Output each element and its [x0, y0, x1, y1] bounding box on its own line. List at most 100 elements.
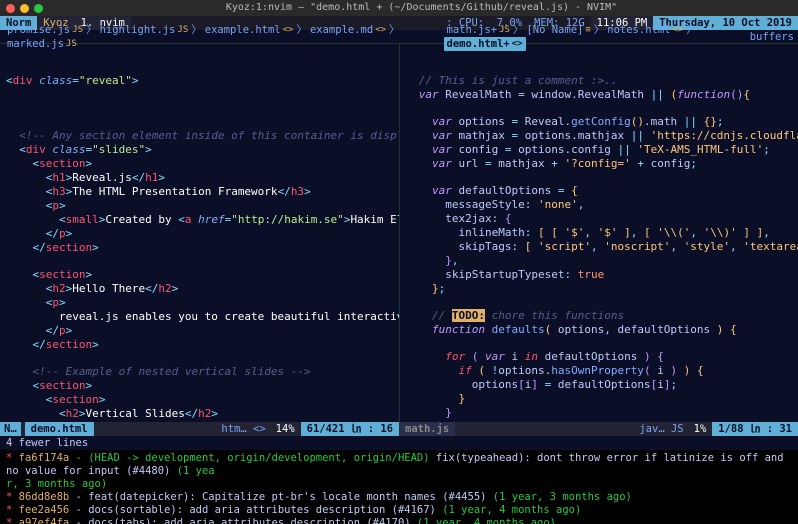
code-line: [406, 102, 793, 115]
percent: 14%: [270, 422, 301, 436]
code-line: <h3>The HTML Presentation Framework</h3>: [6, 185, 393, 199]
code-line: </p>: [6, 227, 393, 241]
code-line: </p>: [6, 324, 393, 338]
filetype-icon: JS: [177, 23, 188, 37]
code-line: var url = mathjax + '?config=' + config;: [406, 157, 793, 171]
filetype-icon: JS: [72, 23, 83, 37]
maximize-icon[interactable]: [34, 4, 43, 13]
code-line: },: [406, 254, 793, 268]
code-line: skipStartupTypeset: true: [406, 268, 793, 282]
tab-label: notes.html: [607, 23, 670, 37]
code-line: if ( !options.hasOwnProperty( i ) ) {: [406, 364, 793, 378]
code-line: <div class="slides">: [6, 143, 393, 157]
code-line: <!-- Example of nested vertical slides -…: [6, 365, 393, 379]
filetype-icon: <>: [283, 23, 294, 37]
filetype: htm… <>: [217, 422, 269, 436]
code-line: <h2>Vertical Slides</h2>: [6, 407, 393, 421]
filetype-icon: <>: [375, 23, 386, 37]
code-line: <section>: [6, 157, 393, 171]
code-line: [6, 255, 393, 268]
code-line: [6, 352, 393, 365]
code-line: var RevealMath = window.RevealMath || (f…: [406, 88, 793, 102]
tab-label: math.js+: [447, 23, 498, 37]
left-pane-status: N… demo.html htm… <> 14% 61/421 ㏑ : 16: [0, 422, 399, 436]
code-line: </section>: [6, 338, 393, 352]
buffer-tab[interactable]: promise.js JS: [4, 23, 86, 37]
code-line: <!-- Any section element inside of this …: [6, 129, 393, 143]
buffer-tab[interactable]: example.html <>: [202, 23, 297, 37]
code-line: skipTags: [ 'script', 'noscript', 'style…: [406, 240, 793, 254]
mode-corner: N…: [0, 422, 21, 436]
code-line: for ( var i in defaultOptions ) {: [406, 350, 793, 364]
minimize-icon[interactable]: [20, 4, 29, 13]
buffer-tab[interactable]: math.js+ JS: [444, 23, 513, 37]
code-line: [406, 337, 793, 350]
tab-label: example.md: [310, 23, 373, 37]
git-log-entry[interactable]: * fee2a456 - docs(sortable): add aria at…: [6, 504, 792, 517]
code-line: <p>: [6, 199, 393, 213]
code-line: <section>: [6, 379, 393, 393]
buffer-tab[interactable]: highlight.js JS: [97, 23, 192, 37]
code-line: }: [406, 420, 793, 422]
code-line: [406, 171, 793, 184]
left-pane[interactable]: <div class="reveal"> <!-- Any section el…: [0, 44, 400, 422]
code-line: <section>: [6, 393, 393, 407]
close-icon[interactable]: [6, 4, 15, 13]
code-line: // TODO: chore this functions: [406, 309, 793, 323]
right-pane[interactable]: // This is just a comment :>.. var Revea…: [400, 44, 798, 422]
filename: demo.html: [25, 422, 94, 436]
tab-separator-icon: 〉: [296, 24, 307, 36]
cursor-pos: 1/88 ㏑ : 31: [712, 422, 798, 436]
code-line: <small>Created by <a href="http://hakim.…: [6, 213, 393, 227]
filename: math.js: [399, 422, 455, 436]
buffer-tab[interactable]: example.md <>: [307, 23, 389, 37]
window-titlebar: Kyoz:1:nvim — "demo.html + (~/Documents/…: [0, 0, 798, 16]
code-line: }: [406, 392, 793, 406]
tab-label: highlight.js: [100, 23, 176, 37]
code-line: inlineMath: [ [ '$', '$' ], [ '\\(', '\\…: [406, 226, 793, 240]
filetype-icon: ≡: [585, 23, 590, 37]
tab-separator-icon: 〉: [191, 24, 202, 36]
code-line: [6, 116, 393, 129]
code-line: <h2>Hello There</h2>: [6, 282, 393, 296]
code-line: [406, 296, 793, 309]
code-line: messageStyle: 'none',: [406, 198, 793, 212]
right-pane-status: math.js jav… JS 1% 1/88 ㏑ : 31: [399, 422, 798, 436]
code-line: var defaultOptions = {: [406, 184, 793, 198]
code-line: var mathjax = options.mathjax || 'https:…: [406, 129, 793, 143]
code-line: options[i] = defaultOptions[i];: [406, 378, 793, 392]
code-line: <h1>Reveal.js</h1>: [6, 171, 393, 185]
code-line: // This is just a comment :>..: [406, 74, 793, 88]
buffer-tab[interactable]: [No Name] ≡: [523, 23, 593, 37]
buffer-tab[interactable]: notes.html <>: [604, 23, 686, 37]
code-line: reveal.js enables you to create beautifu…: [6, 310, 393, 324]
percent: 1%: [688, 422, 713, 436]
pane-statusline: N… demo.html htm… <> 14% 61/421 ㏑ : 16 m…: [0, 422, 798, 436]
git-log-entry[interactable]: * a97ef4fa - docs(tabs): add aria attrib…: [6, 517, 792, 524]
git-log-entry[interactable]: * 86dd8e8b - feat(datepicker): Capitaliz…: [6, 491, 792, 504]
tab-separator-icon: 〉: [389, 24, 400, 36]
tab-separator-icon: 〉: [686, 24, 697, 36]
git-log-entry[interactable]: * fa6f174a - (HEAD -> development, origi…: [6, 452, 792, 491]
tab-separator-icon: 〉: [86, 24, 97, 36]
code-line: var options = Reveal.getConfig().math ||…: [406, 115, 793, 129]
traffic-lights: [6, 4, 43, 13]
code-line: };: [406, 282, 793, 296]
code-line: <p>Slides can be nested inside of each o…: [6, 421, 393, 422]
tab-label: example.html: [205, 23, 281, 37]
filetype-icon: JS: [499, 23, 510, 37]
code-line: <div class="reveal">: [6, 74, 393, 88]
git-log-pane[interactable]: * fa6f174a - (HEAD -> development, origi…: [0, 450, 798, 524]
cursor-pos: 61/421 ㏑ : 16: [301, 422, 399, 436]
code-line: function defaults( options, defaultOptio…: [406, 323, 793, 337]
code-line: var config = options.config || 'TeX-AMS_…: [406, 143, 793, 157]
editor-split: <div class="reveal"> <!-- Any section el…: [0, 44, 798, 422]
code-line: }: [406, 406, 793, 420]
filetype: jav… JS: [635, 422, 687, 436]
code-line: <p>: [6, 296, 393, 310]
tab-label: [No Name]: [526, 23, 583, 37]
code-line: <section>: [6, 268, 393, 282]
message-line: 4 fewer lines: [0, 436, 798, 450]
tab-label: promise.js: [7, 23, 70, 37]
tab-separator-icon: 〉: [513, 24, 524, 36]
